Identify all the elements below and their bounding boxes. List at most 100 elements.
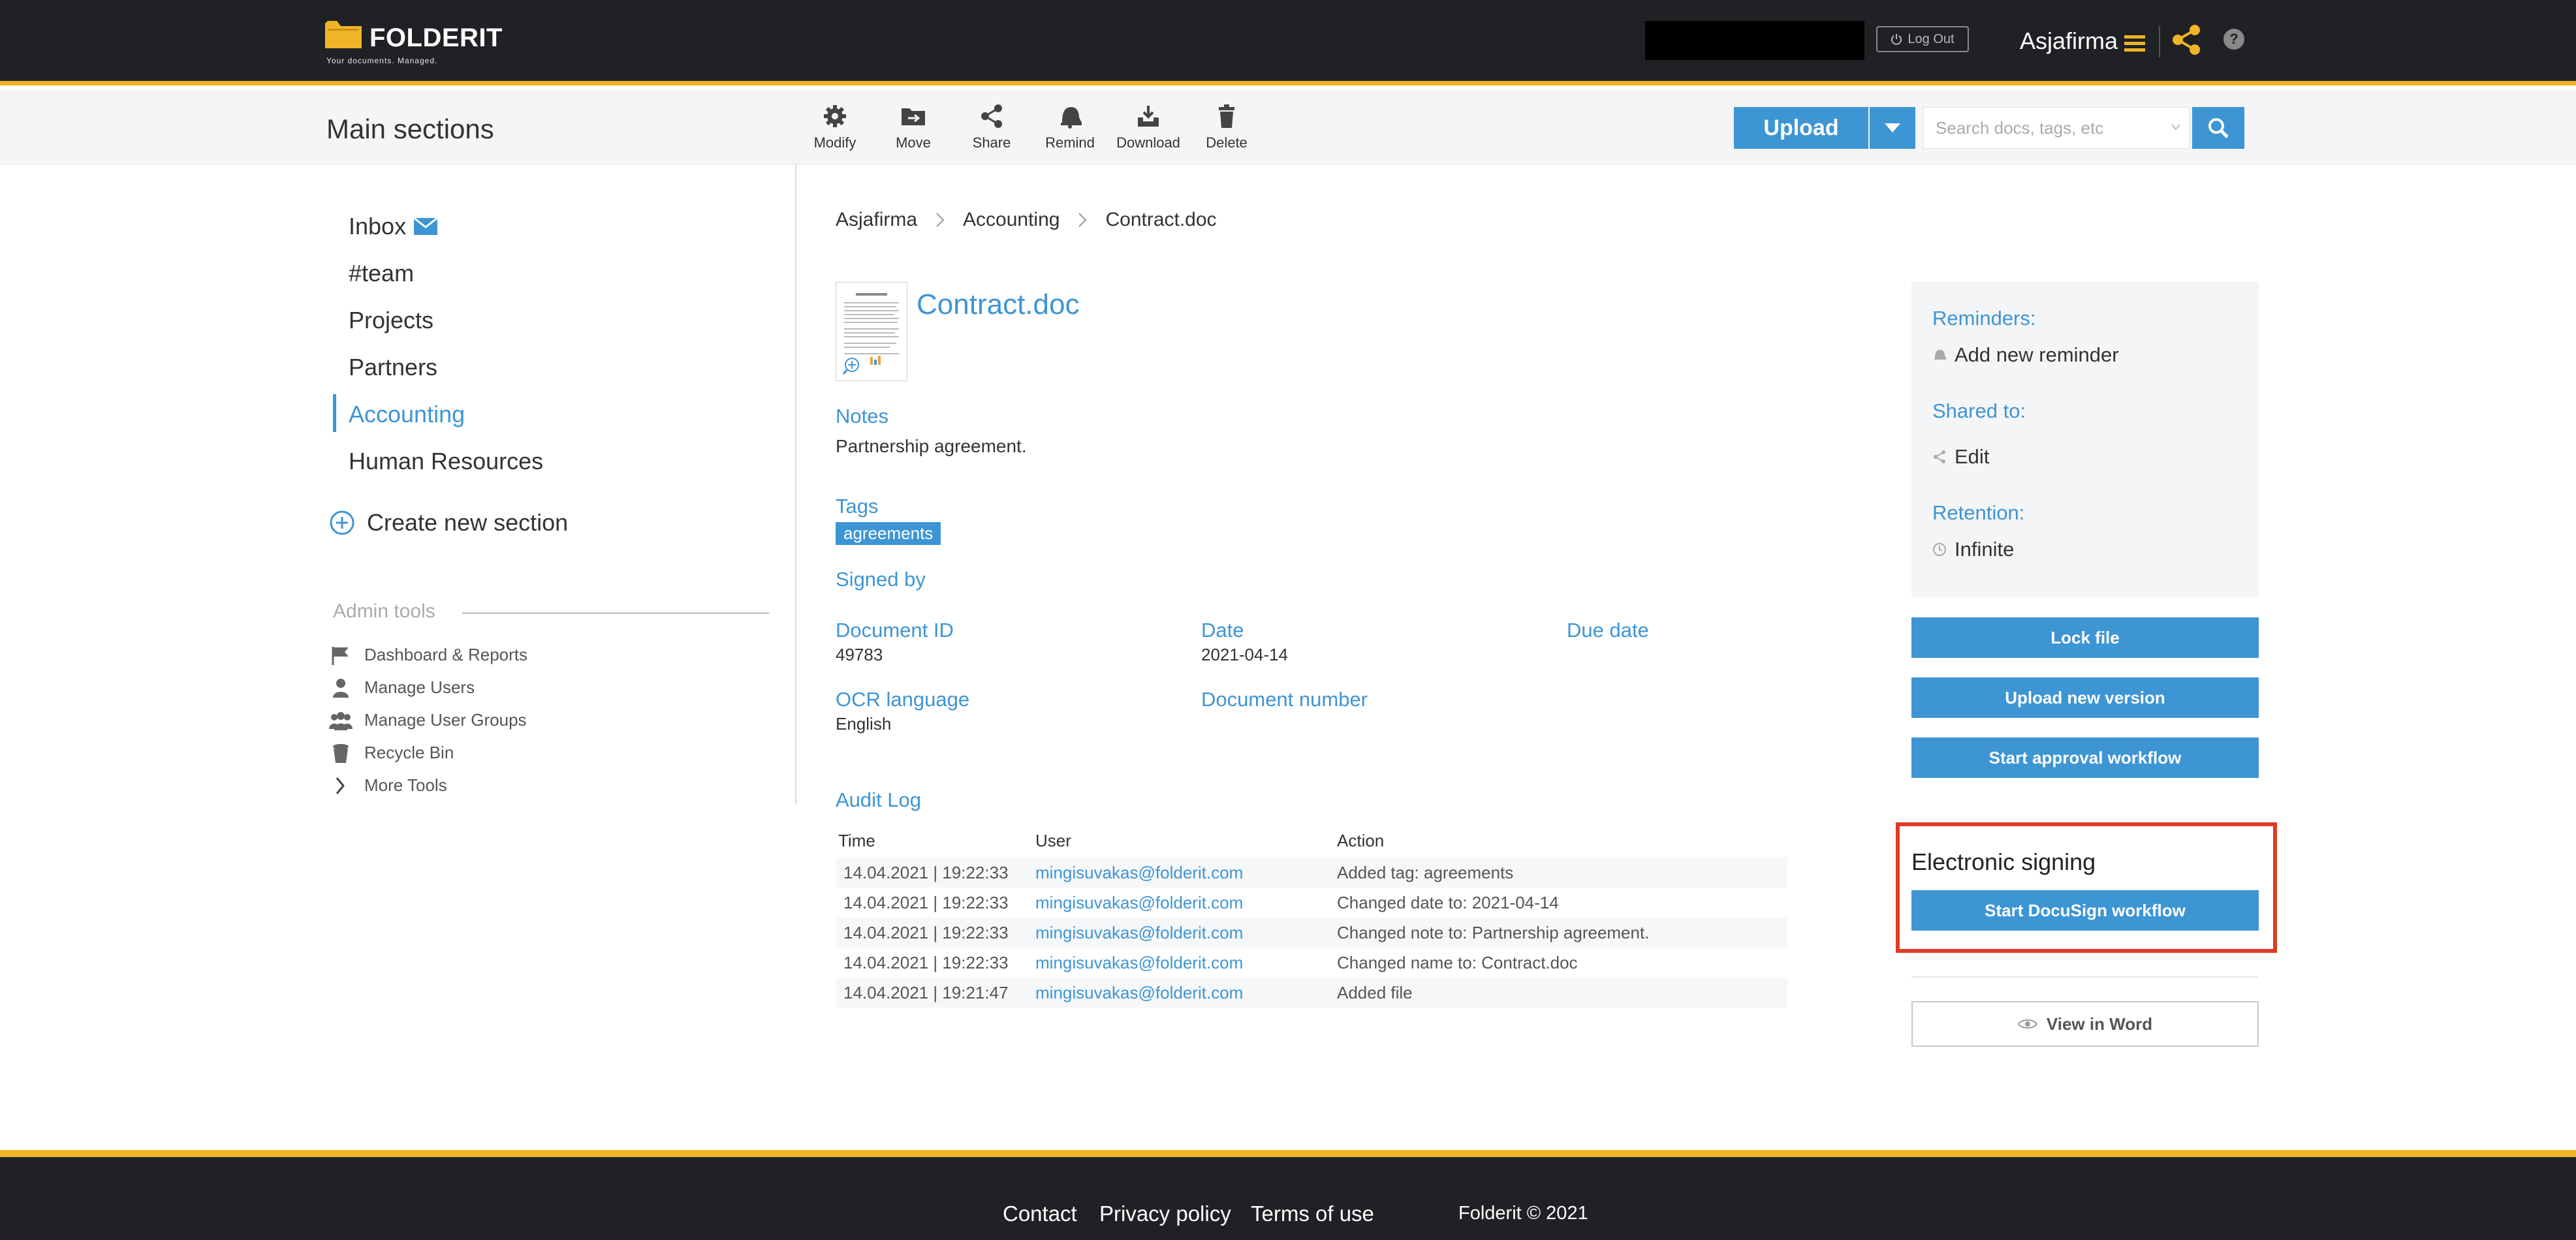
admin-item-dashboard[interactable]: Dashboard & Reports	[329, 645, 527, 665]
folder-logo-icon	[325, 21, 362, 48]
admin-item-more-tools[interactable]: More Tools	[329, 775, 447, 796]
upload-new-version-button[interactable]: Upload new version	[1911, 677, 2259, 718]
user-link[interactable]: mingisuvakas@folderit.com	[1033, 918, 1334, 948]
delete-button[interactable]: Delete	[1191, 103, 1263, 155]
sidebar-item-label: Projects	[349, 307, 434, 333]
hamburger-menu-icon[interactable]	[2124, 35, 2145, 52]
logo-text: FOLDERIT	[369, 23, 503, 52]
date-value: 2021-04-14	[1201, 645, 1288, 664]
download-button[interactable]: Download	[1112, 103, 1184, 155]
move-folder-icon	[902, 108, 925, 125]
create-section-label: Create new section	[367, 509, 569, 536]
start-approval-workflow-button[interactable]: Start approval workflow	[1911, 737, 2259, 778]
ocr-language-label: OCR language	[836, 688, 970, 711]
table-row: 14.04.2021 | 19:22:33 mingisuvakas@folde…	[836, 858, 1787, 888]
company-name[interactable]: Asjafirma	[2020, 27, 2118, 55]
delete-label: Delete	[1206, 134, 1248, 151]
move-button[interactable]: Move	[877, 103, 949, 155]
sidebar-item-projects[interactable]: Projects	[349, 307, 433, 334]
time-cell: 14.04.2021 | 19:22:33	[843, 952, 1009, 972]
search-button[interactable]	[2192, 107, 2244, 149]
admin-item-user-groups[interactable]: Manage User Groups	[329, 710, 527, 730]
document-id-label: Document ID	[836, 619, 954, 642]
breadcrumb-item[interactable]: Accounting	[963, 209, 1060, 231]
admin-item-manage-users[interactable]: Manage Users	[329, 677, 475, 698]
tag-chip[interactable]: agreements	[836, 522, 941, 545]
action-cell: Changed note to: Partnership agreement.	[1334, 918, 1787, 948]
caret-down-icon	[1885, 123, 1900, 132]
column-header-user: User	[1035, 830, 1071, 850]
document-number-label: Document number	[1201, 688, 1368, 711]
trash-icon	[1219, 104, 1234, 128]
footer-terms-link[interactable]: Terms of use	[1251, 1201, 1374, 1226]
document-info-panel: Reminders: Add new reminder Shared to: E…	[1911, 282, 2259, 598]
upload-button[interactable]: Upload	[1734, 107, 1868, 149]
chevron-right-icon	[1078, 213, 1087, 227]
footer-contact-link[interactable]: Contact	[1003, 1201, 1077, 1226]
audit-log-table: Time User Action 14.04.2021 | 19:22:33 m…	[836, 824, 1787, 1008]
chevron-down-icon[interactable]	[2171, 124, 2180, 131]
table-header-row: Time User Action	[836, 824, 1787, 858]
view-in-word-button[interactable]: View in Word	[1911, 1001, 2259, 1047]
start-docusign-workflow-button[interactable]: Start DocuSign workflow	[1911, 890, 2259, 931]
footer-privacy-link[interactable]: Privacy policy	[1099, 1201, 1231, 1226]
panel-divider	[1911, 976, 2259, 978]
bell-icon	[1934, 350, 1946, 360]
user-link[interactable]: mingisuvakas@folderit.com	[1033, 888, 1334, 918]
chevron-right-icon	[936, 213, 945, 227]
sidebar-item-label: #team	[349, 260, 415, 287]
action-cell: Added tag: agreements	[1334, 858, 1787, 888]
share-icon[interactable]	[2170, 23, 2203, 56]
user-link[interactable]: mingisuvakas@folderit.com	[1033, 948, 1334, 978]
sidebar-item-inbox[interactable]: Inbox	[349, 213, 438, 240]
add-reminder-link[interactable]: Add new reminder	[1932, 343, 2119, 367]
plus-circle-icon	[330, 510, 354, 535]
bin-icon	[333, 743, 349, 763]
user-link[interactable]: mingisuvakas@folderit.com	[1033, 978, 1334, 1008]
logo[interactable]: FOLDERIT Your documents. Managed.	[325, 18, 521, 70]
share-icon	[981, 104, 1002, 128]
time-cell: 14.04.2021 | 19:21:47	[836, 978, 1033, 1008]
breadcrumb: Asjafirma Accounting Contract.doc	[836, 209, 1217, 231]
time-cell: 14.04.2021 | 19:22:33	[836, 918, 1033, 948]
user-link[interactable]: mingisuvakas@folderit.com	[1033, 858, 1334, 888]
lock-file-button[interactable]: Lock file	[1911, 617, 2259, 658]
document-title[interactable]: Contract.doc	[917, 288, 1079, 321]
toolbar: Main sections Modify Move Share Remind D…	[0, 90, 2576, 164]
logout-label: Log Out	[1908, 31, 1955, 46]
tags-label: Tags	[836, 495, 879, 518]
admin-item-recycle-bin[interactable]: Recycle Bin	[329, 743, 454, 763]
flag-icon	[332, 646, 349, 665]
chevron-right-icon	[336, 777, 345, 794]
sidebar-item-human-resources[interactable]: Human Resources	[349, 448, 543, 475]
time-cell: 14.04.2021 | 19:22:33	[836, 858, 1033, 888]
share-button[interactable]: Share	[956, 103, 1028, 155]
remind-label: Remind	[1045, 134, 1095, 151]
search-input[interactable]	[1923, 107, 2190, 149]
modify-button[interactable]: Modify	[799, 103, 871, 155]
date-label: Date	[1201, 619, 1244, 642]
topbar-divider	[2159, 26, 2160, 57]
upload-dropdown-button[interactable]	[1870, 107, 1915, 149]
admin-item-label: Recycle Bin	[364, 743, 454, 762]
breadcrumb-item[interactable]: Asjafirma	[836, 209, 917, 231]
active-indicator	[333, 394, 336, 432]
logout-button[interactable]: Log Out	[1876, 26, 1969, 52]
help-icon[interactable]: ?	[2223, 29, 2244, 50]
sidebar-item-team[interactable]: #team	[349, 260, 414, 287]
edit-sharing-link[interactable]: Edit	[1932, 445, 1989, 469]
document-thumbnail[interactable]	[836, 282, 907, 381]
admin-item-label: Manage User Groups	[364, 710, 527, 730]
document-id-value: 49783	[836, 645, 883, 664]
eye-icon	[2017, 1019, 2037, 1029]
admin-item-label: Dashboard & Reports	[364, 645, 528, 664]
sidebar-item-accounting[interactable]: Accounting	[349, 401, 465, 428]
sidebar-item-partners[interactable]: Partners	[349, 354, 437, 381]
modify-label: Modify	[813, 134, 856, 151]
create-section-button[interactable]: Create new section	[329, 509, 568, 536]
sidebar-item-label: Human Resources	[349, 448, 544, 474]
remind-button[interactable]: Remind	[1034, 103, 1106, 155]
retention-text: Infinite	[1955, 538, 2015, 561]
search-icon	[2208, 118, 2229, 138]
retention-value[interactable]: Infinite	[1932, 538, 2014, 561]
